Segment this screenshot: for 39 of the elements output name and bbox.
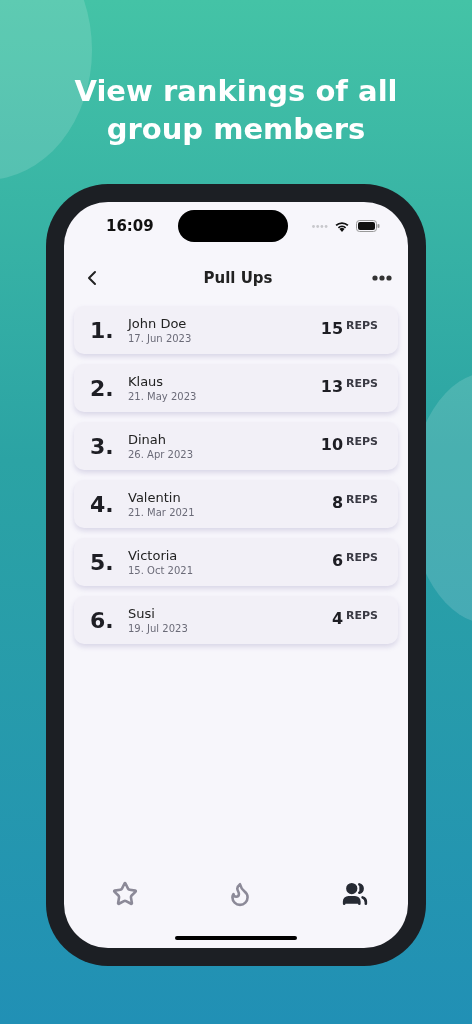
member-name: John Doe bbox=[128, 316, 188, 331]
reps-unit: REPS bbox=[346, 609, 378, 622]
reps-count: 8 bbox=[331, 493, 344, 512]
reps-unit: REPS bbox=[346, 493, 378, 506]
record-date: 26. Apr 2023 bbox=[128, 449, 194, 460]
member-name: Susi bbox=[128, 606, 156, 621]
rank-number: 6. bbox=[90, 607, 115, 633]
record-date: 21. Mar 2021 bbox=[128, 507, 196, 518]
record-date: 19. Jul 2023 bbox=[128, 623, 189, 634]
rank-number: 5. bbox=[90, 549, 115, 575]
reps-unit: REPS bbox=[346, 377, 378, 390]
reps-count: 6 bbox=[331, 551, 344, 570]
wifi-icon bbox=[334, 220, 350, 232]
headline: View rankings of all group members bbox=[73, 73, 399, 148]
record-date: 21. May 2023 bbox=[128, 391, 198, 402]
status-time: 16:09 bbox=[106, 217, 154, 235]
reps-count: 10 bbox=[320, 435, 344, 454]
rank-number: 1. bbox=[90, 317, 115, 343]
people-icon bbox=[342, 881, 368, 907]
reps-count: 4 bbox=[331, 609, 344, 628]
reps-unit: REPS bbox=[346, 551, 378, 564]
screen-title: Pull Ups bbox=[203, 269, 273, 287]
member-name: Valentin bbox=[128, 490, 182, 505]
more-icon[interactable] bbox=[372, 275, 392, 281]
star-icon bbox=[112, 881, 138, 907]
reps-count: 15 bbox=[320, 319, 344, 338]
record-date: 17. Jun 2023 bbox=[128, 333, 193, 344]
reps-unit: REPS bbox=[346, 435, 378, 448]
battery-icon bbox=[356, 220, 380, 232]
rank-number: 4. bbox=[90, 491, 115, 517]
record-date: 15. Oct 2021 bbox=[128, 565, 194, 576]
signal-icon bbox=[312, 224, 328, 228]
reps-count: 13 bbox=[320, 377, 344, 396]
rank-number: 3. bbox=[90, 433, 115, 459]
reps-unit: REPS bbox=[346, 319, 378, 332]
member-name: Dinah bbox=[128, 432, 168, 447]
member-name: Klaus bbox=[128, 374, 165, 389]
rank-number: 2. bbox=[90, 375, 115, 401]
member-name: Victoria bbox=[128, 548, 179, 563]
